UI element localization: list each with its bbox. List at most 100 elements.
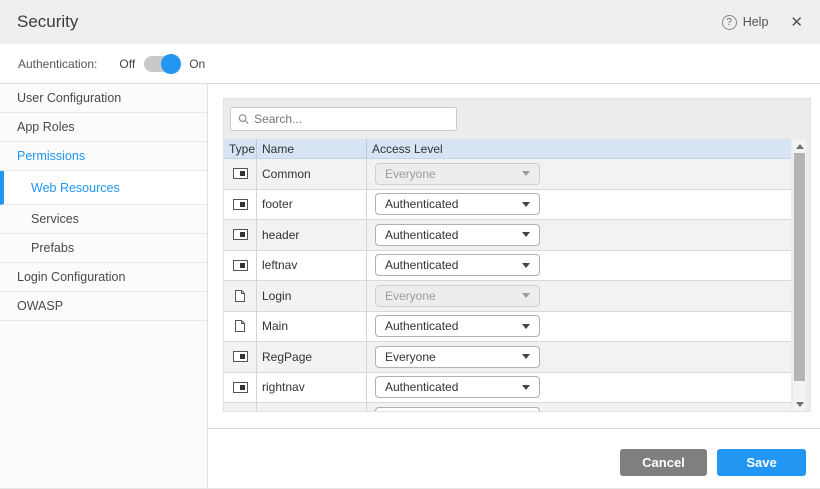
table-header: Type Name Access Level [224,139,791,159]
sidebar-item-label: OWASP [17,299,63,313]
column-header-access-level: Access Level [367,139,791,158]
security-dialog: Security ? Help ✕ Authentication: Off On… [0,0,820,489]
table-row: Main Authenticated [224,312,791,343]
scroll-down-button[interactable] [793,397,806,411]
authentication-label: Authentication: [18,57,97,71]
authentication-bar: Authentication: Off On [0,44,820,84]
table-row: rightnav Authenticated [224,373,791,404]
access-level-select[interactable]: Everyone [375,285,540,307]
row-name: rightnav [257,373,367,403]
page-icon [234,319,246,333]
sidebar-item-app-roles[interactable]: App Roles [0,113,207,142]
table-row: header Authenticated [224,220,791,251]
sidebar-item-label: Login Configuration [17,270,125,284]
sidebar-item-label: Web Resources [31,181,120,195]
sidebar-item-user-configuration[interactable]: User Configuration [0,84,207,113]
access-level-value: Everyone [385,289,436,303]
sidebar-item-prefabs[interactable]: Prefabs [0,234,207,263]
triangle-down-icon [796,402,804,407]
toggle-knob [161,54,181,74]
help-label: Help [743,15,769,29]
toggle-off-label: Off [119,57,135,71]
help-icon: ? [722,15,737,30]
caret-down-icon [522,171,530,176]
caret-down-icon [522,324,530,329]
access-level-value: Authenticated [385,228,458,242]
save-button[interactable]: Save [717,449,806,476]
access-level-select[interactable]: Authenticated [375,376,540,398]
cancel-button[interactable]: Cancel [620,449,707,476]
access-level-value: Authenticated [385,319,458,333]
table-body: Common Everyone footer Authenticated [224,159,791,403]
sidebar-item-owasp[interactable]: OWASP [0,292,207,321]
table-row: footer Authenticated [224,190,791,221]
sidebar-item-login-configuration[interactable]: Login Configuration [0,263,207,292]
access-level-select[interactable]: Authenticated [375,224,540,246]
partial-icon [233,168,248,179]
dialog-header: Security ? Help ✕ [0,0,820,44]
partial-icon [233,229,248,240]
table-row: Login Everyone [224,281,791,312]
row-name: Common [257,159,367,189]
scrollbar-thumb[interactable] [794,153,805,381]
caret-down-icon [522,202,530,207]
table-row: leftnav Authenticated [224,251,791,282]
content-area: Type Name Access Level Common Everyone [208,84,820,488]
sidebar-item-label: Services [31,212,79,226]
resources-table: Type Name Access Level Common Everyone [224,139,791,411]
row-name: Main [257,312,367,342]
caret-down-icon [522,293,530,298]
caret-down-icon [522,354,530,359]
search-icon [238,113,249,125]
table-scrollbar[interactable] [793,139,806,411]
access-level-value: Authenticated [385,380,458,394]
row-name: leftnav [257,251,367,281]
permissions-grid-panel: Type Name Access Level Common Everyone [223,98,811,412]
access-level-value: Everyone [385,350,436,364]
partial-icon [233,382,248,393]
access-level-select[interactable] [375,407,540,411]
partial-icon [233,199,248,210]
access-level-select[interactable]: Authenticated [375,193,540,215]
search-input[interactable] [254,112,449,126]
triangle-up-icon [796,144,804,149]
access-level-value: Authenticated [385,258,458,272]
help-button[interactable]: ? Help [722,15,769,30]
authentication-toggle[interactable] [144,56,178,72]
access-level-select[interactable]: Authenticated [375,315,540,337]
table-row: Common Everyone [224,159,791,190]
row-name: Login [257,281,367,311]
access-level-value: Authenticated [385,197,458,211]
sidebar-item-label: App Roles [17,120,75,134]
caret-down-icon [522,232,530,237]
footer-divider [208,428,820,429]
sidebar-item-label: Prefabs [31,241,74,255]
caret-down-icon [522,385,530,390]
access-level-select[interactable]: Everyone [375,346,540,368]
sidebar-item-label: Permissions [17,149,85,163]
scroll-up-button[interactable] [793,139,806,153]
access-level-value: Everyone [385,167,436,181]
sidebar-item-permissions[interactable]: Permissions [0,142,207,171]
page-title: Security [17,12,78,32]
column-header-name: Name [257,139,367,158]
row-name: footer [257,190,367,220]
column-header-type: Type [224,139,257,158]
row-name: RegPage [257,342,367,372]
partial-icon [233,351,248,362]
sidebar-item-web-resources[interactable]: Web Resources [0,171,207,205]
caret-down-icon [522,263,530,268]
table-row: RegPage Everyone [224,342,791,373]
search-box [230,107,457,131]
row-name: header [257,220,367,250]
sidebar-item-label: User Configuration [17,91,121,105]
toggle-on-label: On [189,57,205,71]
access-level-select[interactable]: Authenticated [375,254,540,276]
partial-icon [233,260,248,271]
page-icon [234,289,246,303]
access-level-select[interactable]: Everyone [375,163,540,185]
table-row-cutoff [224,403,791,411]
close-icon[interactable]: ✕ [790,13,803,31]
sidebar: User Configuration App Roles Permissions… [0,84,208,488]
sidebar-item-services[interactable]: Services [0,205,207,234]
